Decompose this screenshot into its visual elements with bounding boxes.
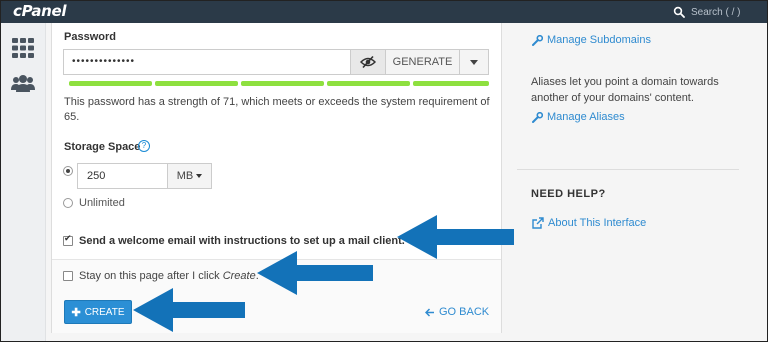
need-help-heading: NEED HELP? bbox=[531, 188, 606, 200]
search-box[interactable]: Search ( / ) bbox=[673, 4, 740, 20]
storage-unit-select[interactable]: MB bbox=[167, 163, 212, 189]
generate-options-button[interactable] bbox=[459, 49, 489, 75]
search-placeholder: Search ( / ) bbox=[691, 6, 741, 18]
go-back-label: GO BACK bbox=[439, 306, 490, 318]
grid-icon[interactable] bbox=[11, 37, 35, 59]
app-window: cPanel Search ( / ) Password •••••••••••… bbox=[0, 0, 768, 342]
manage-subdomains-label: Manage Subdomains bbox=[547, 34, 651, 46]
create-button-label: CREATE bbox=[84, 306, 125, 318]
manage-aliases-link[interactable]: Manage Aliases bbox=[532, 111, 625, 123]
help-icon[interactable]: ? bbox=[138, 140, 150, 152]
external-link-icon bbox=[532, 217, 544, 229]
top-bar: cPanel Search ( / ) bbox=[1, 1, 767, 23]
unlimited-label: Unlimited bbox=[79, 197, 125, 209]
annotation-arrow-icon bbox=[397, 215, 514, 259]
search-icon bbox=[673, 6, 685, 18]
password-input[interactable]: •••••••••••••• bbox=[63, 49, 351, 75]
stay-on-page-label: Stay on this page after I click Create. bbox=[79, 270, 259, 282]
divider bbox=[517, 169, 739, 170]
manage-subdomains-link[interactable]: Manage Subdomains bbox=[532, 34, 651, 46]
strength-segment bbox=[413, 81, 489, 86]
generate-password-button[interactable]: GENERATE bbox=[385, 49, 460, 75]
about-interface-label: About This Interface bbox=[548, 217, 647, 229]
storage-quota-input[interactable]: 250 bbox=[77, 163, 168, 189]
annotation-arrow-icon bbox=[257, 251, 373, 295]
arrow-left-icon bbox=[425, 307, 434, 317]
storage-unlimited-radio[interactable] bbox=[63, 198, 73, 208]
manage-aliases-label: Manage Aliases bbox=[547, 111, 625, 123]
strength-segment bbox=[155, 81, 238, 86]
users-icon[interactable] bbox=[11, 73, 35, 95]
eye-slash-icon bbox=[360, 56, 376, 68]
stay-label-prefix: Stay on this page after I click bbox=[79, 270, 223, 282]
chevron-down-icon bbox=[470, 59, 478, 65]
storage-unit-value: MB bbox=[176, 170, 194, 182]
stay-label-emph: Create bbox=[222, 270, 256, 282]
strength-segment bbox=[327, 81, 410, 86]
create-button[interactable]: ✚ CREATE bbox=[64, 300, 132, 324]
wrench-icon bbox=[532, 34, 543, 46]
stay-on-page-checkbox[interactable] bbox=[63, 271, 73, 281]
aliases-description: Aliases let you point a domain towards a… bbox=[531, 76, 719, 104]
chevron-down-icon bbox=[196, 174, 203, 178]
plus-icon: ✚ bbox=[71, 306, 81, 319]
strength-segment bbox=[69, 81, 152, 86]
welcome-email-checkbox[interactable] bbox=[63, 234, 73, 246]
strength-segment bbox=[241, 81, 324, 86]
icon-sidebar bbox=[1, 23, 46, 341]
password-strength-text: This password has a strength of 71, whic… bbox=[64, 96, 490, 123]
storage-space-label: Storage Space bbox=[64, 141, 141, 153]
about-interface-link[interactable]: About This Interface bbox=[532, 217, 646, 229]
storage-limited-radio[interactable] bbox=[63, 166, 73, 176]
password-label: Password bbox=[64, 31, 116, 43]
annotation-arrow-icon bbox=[133, 288, 245, 332]
welcome-email-label: Send a welcome email with instructions t… bbox=[79, 235, 405, 247]
cpanel-logo[interactable]: cPanel bbox=[13, 2, 67, 20]
toggle-visibility-button[interactable] bbox=[350, 49, 386, 75]
go-back-link[interactable]: GO BACK bbox=[425, 306, 489, 318]
wrench-icon bbox=[532, 111, 543, 123]
